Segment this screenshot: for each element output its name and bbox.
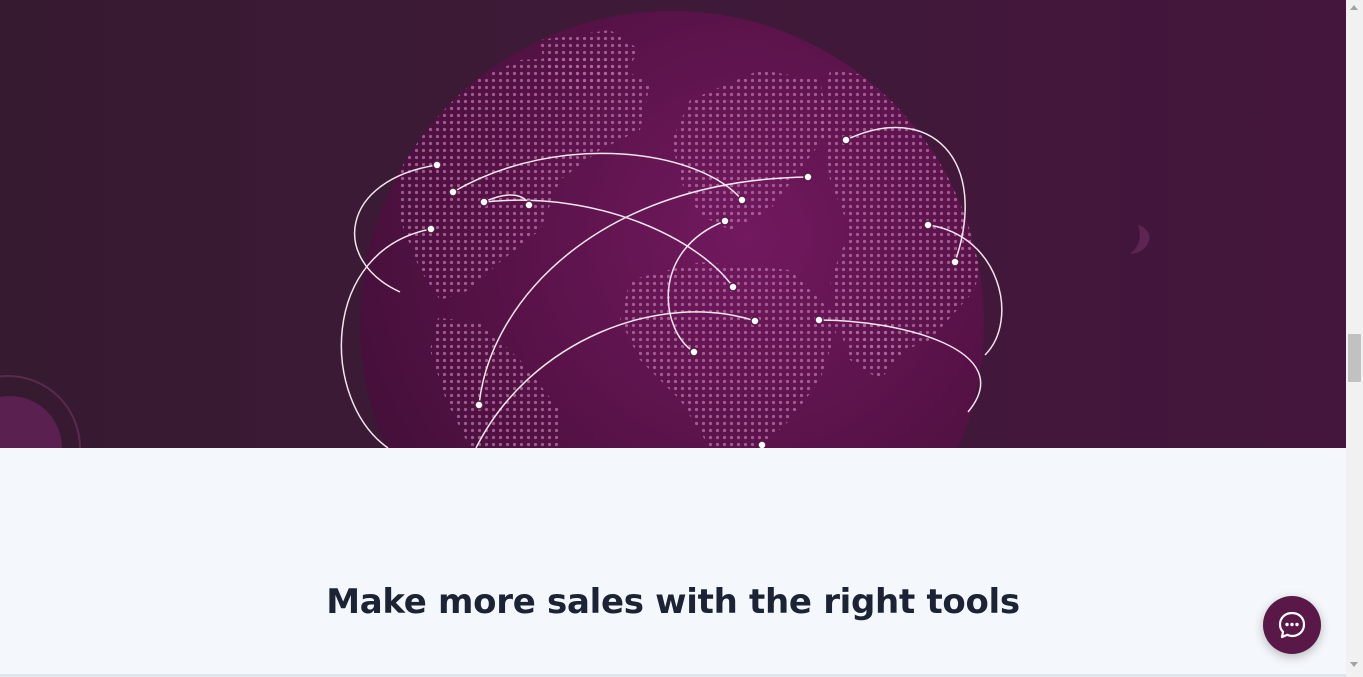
node (757, 440, 767, 448)
node (728, 282, 738, 292)
decorative-circle (0, 396, 62, 448)
node (448, 187, 458, 197)
globe-network-illustration (0, 11, 1150, 448)
node (432, 160, 442, 170)
node (923, 220, 933, 230)
chat-bubble-icon (1278, 611, 1306, 639)
node (474, 400, 484, 410)
decorative-crescent (1130, 225, 1150, 254)
node (750, 316, 760, 326)
section-headline: Make more sales with the right tools (326, 582, 1020, 622)
node (814, 315, 824, 325)
features-section (0, 448, 1346, 677)
node (524, 200, 534, 210)
scroll-up-arrow-icon[interactable] (1350, 5, 1358, 10)
node (737, 195, 747, 205)
node (803, 172, 813, 182)
node (841, 135, 851, 145)
scrollbar-thumb[interactable] (1348, 334, 1361, 382)
scroll-down-arrow-icon[interactable] (1350, 662, 1358, 667)
chat-button[interactable] (1263, 596, 1321, 654)
node (720, 216, 730, 226)
page-scrollbar[interactable] (1346, 0, 1363, 677)
node (426, 224, 436, 234)
node (689, 347, 699, 357)
hero-section (0, 0, 1346, 448)
node (950, 257, 960, 267)
node (479, 197, 489, 207)
